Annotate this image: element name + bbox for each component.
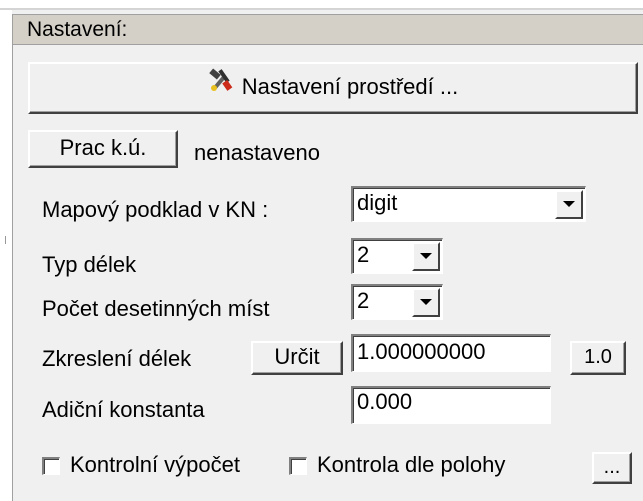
work-area-button[interactable]: Prac k.ú.	[28, 130, 178, 168]
tools-icon	[208, 63, 234, 109]
divider-tick	[5, 236, 6, 244]
length-distortion-input[interactable]: 1.000000000	[351, 334, 551, 372]
position-check-options-button[interactable]: ...	[592, 452, 632, 484]
panel-title: Nastavení:	[13, 15, 643, 45]
map-base-label: Mapový podklad v KN :	[42, 197, 269, 222]
determine-distortion-button[interactable]: Určit	[251, 341, 343, 375]
environment-settings-button[interactable]: Nastavení prostředí ...	[28, 62, 638, 114]
control-calc-checkbox[interactable]	[42, 457, 60, 475]
window-top-divider	[0, 8, 643, 10]
reset-distortion-button[interactable]: 1.0	[570, 341, 626, 375]
decimal-places-label: Počet desetinných míst	[42, 296, 270, 321]
chevron-down-icon[interactable]	[412, 288, 440, 317]
decimal-places-value: 2	[357, 288, 370, 313]
environment-settings-label: Nastavení prostředí ...	[241, 74, 459, 99]
decimal-places-select[interactable]: 2	[351, 284, 443, 320]
position-check-checkbox[interactable]	[289, 457, 307, 475]
length-type-value: 2	[357, 242, 370, 267]
map-base-select[interactable]: digit	[351, 186, 586, 222]
window-left-strip	[0, 10, 12, 501]
control-calc-label[interactable]: Kontrolní výpočet	[70, 452, 240, 478]
map-base-value: digit	[357, 190, 398, 215]
chevron-down-icon[interactable]	[412, 242, 440, 271]
length-distortion-label: Zkreslení délek	[42, 346, 192, 371]
additive-constant-input[interactable]: 0.000	[351, 386, 551, 424]
additive-constant-label: Adiční konstanta	[42, 397, 205, 422]
position-check-label[interactable]: Kontrola dle polohy	[317, 452, 505, 478]
chevron-down-icon[interactable]	[555, 190, 583, 219]
work-area-value: nenastaveno	[194, 140, 320, 165]
window-top-strip	[0, 0, 643, 8]
length-type-label: Typ délek	[42, 252, 137, 277]
length-type-select[interactable]: 2	[351, 238, 443, 274]
